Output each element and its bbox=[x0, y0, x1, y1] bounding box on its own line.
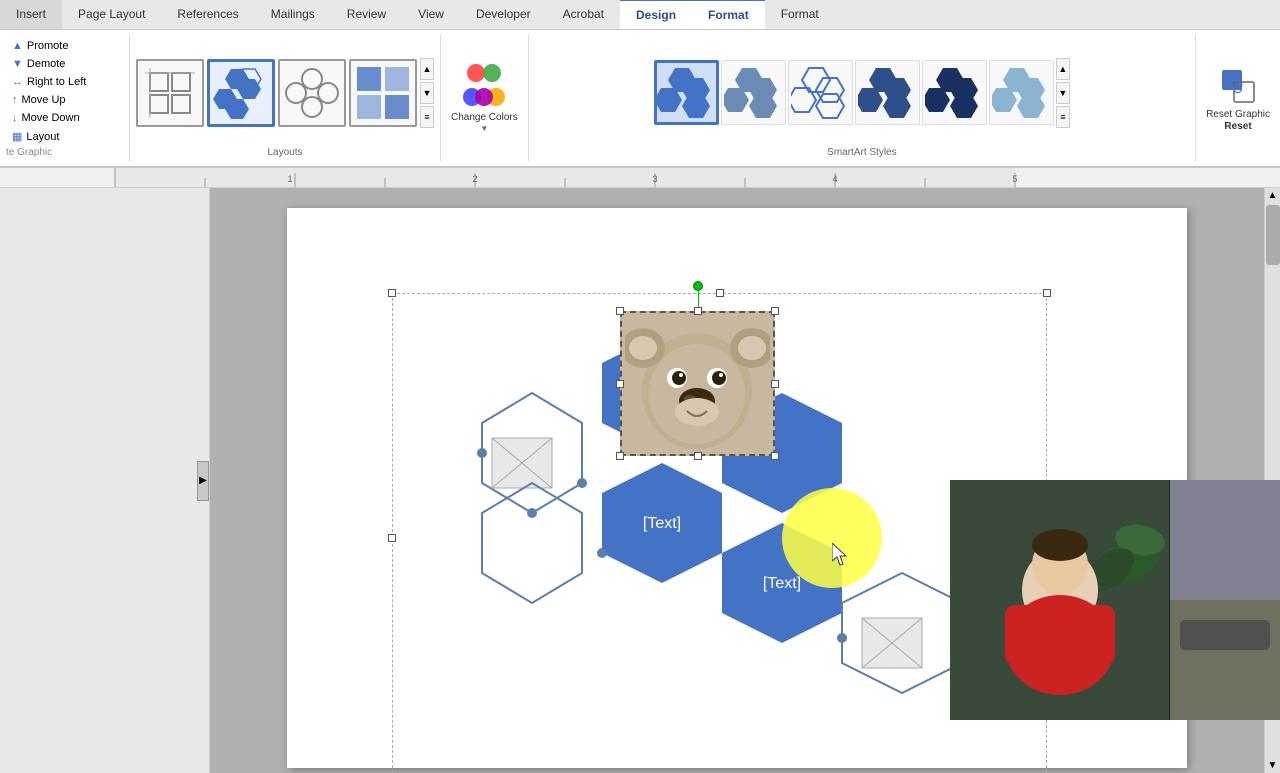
koala-image-container[interactable] bbox=[620, 311, 775, 456]
tab-bar: Insert Page Layout References Mailings R… bbox=[0, 0, 1280, 30]
tab-format-1[interactable]: Format bbox=[692, 0, 765, 29]
svg-text:5: 5 bbox=[1012, 174, 1017, 184]
tab-insert[interactable]: Insert bbox=[0, 0, 62, 29]
svg-text:4: 4 bbox=[832, 174, 837, 184]
ribbon-left-group: ▲ Promote ▼ Demote ↔ Right to Left ↑ Mov… bbox=[0, 34, 130, 162]
styles-scroll-down[interactable]: ▼ bbox=[1056, 82, 1070, 104]
tab-design[interactable]: Design bbox=[620, 0, 692, 29]
svg-text:1: 1 bbox=[287, 174, 292, 184]
svg-text:3: 3 bbox=[652, 174, 657, 184]
yellow-circle bbox=[782, 488, 882, 588]
layouts-scroll: ▲ ▼ ≡ bbox=[420, 58, 434, 128]
smartart-frame[interactable]: [Text] [Text] [Text] bbox=[392, 293, 1047, 773]
koala-handle-bm[interactable] bbox=[694, 452, 702, 460]
tab-page-layout[interactable]: Page Layout bbox=[62, 0, 161, 29]
koala-handle-mr[interactable] bbox=[771, 380, 779, 388]
scrollbar-thumb[interactable] bbox=[1266, 205, 1280, 265]
smartart-style-1[interactable] bbox=[654, 60, 719, 125]
scroll-up-button[interactable]: ▲ bbox=[1265, 188, 1280, 203]
koala-handle-br[interactable] bbox=[771, 452, 779, 460]
left-sidebar: ▶ bbox=[0, 188, 210, 773]
koala-handle-bl[interactable] bbox=[616, 452, 624, 460]
layouts-group: ▲ ▼ ≡ Layouts bbox=[130, 34, 441, 162]
styles-scroll-up[interactable]: ▲ bbox=[1056, 58, 1070, 80]
svg-text:[Text]: [Text] bbox=[763, 575, 801, 592]
layouts-scroll-down[interactable]: ▼ bbox=[420, 82, 434, 104]
koala-handle-tm[interactable] bbox=[694, 307, 702, 315]
layout-crop-button[interactable] bbox=[136, 59, 204, 127]
styles-scroll: ▲ ▼ ≡ bbox=[1056, 58, 1070, 128]
smartart-style-2[interactable] bbox=[721, 60, 786, 125]
move-up-button[interactable]: ↑ Move Up bbox=[6, 92, 123, 108]
ribbon: ▲ Promote ▼ Demote ↔ Right to Left ↑ Mov… bbox=[0, 30, 1280, 168]
reset-graphic-button[interactable]: ↺ Reset Graphic Reset bbox=[1196, 34, 1280, 162]
koala-selection-border bbox=[620, 311, 775, 456]
right-to-left-button[interactable]: ↔ Right to Left bbox=[6, 74, 123, 90]
change-colors-icon bbox=[461, 64, 507, 110]
tab-mailings[interactable]: Mailings bbox=[255, 0, 331, 29]
smartart-style-5[interactable] bbox=[922, 60, 987, 125]
rotation-line bbox=[698, 289, 699, 309]
smartart-style-6[interactable] bbox=[989, 60, 1054, 125]
ruler: 1 2 3 4 5 bbox=[0, 168, 1280, 188]
layout-button[interactable]: ▦ Layout bbox=[6, 128, 123, 145]
tab-acrobat[interactable]: Acrobat bbox=[547, 0, 620, 29]
layout-hexagon-button[interactable] bbox=[207, 59, 275, 127]
smartart-style-4[interactable] bbox=[855, 60, 920, 125]
tab-references[interactable]: References bbox=[161, 0, 254, 29]
promote-button[interactable]: ▲ Promote bbox=[6, 38, 123, 54]
layouts-scroll-up[interactable]: ▲ bbox=[420, 58, 434, 80]
edit-graphic-label: te Graphic bbox=[6, 145, 123, 158]
svg-text:↺: ↺ bbox=[1232, 81, 1244, 97]
smartart-styles-label: SmartArt Styles bbox=[827, 147, 896, 158]
scroll-down-button[interactable]: ▼ bbox=[1265, 758, 1280, 773]
reset-graphic-label: Reset Graphic Reset bbox=[1206, 109, 1270, 133]
layout-blocks-button[interactable] bbox=[349, 59, 417, 127]
koala-handle-tr[interactable] bbox=[771, 307, 779, 315]
change-colors-label: Change Colors bbox=[451, 112, 518, 124]
video-overlay bbox=[950, 480, 1280, 720]
tab-view[interactable]: View bbox=[402, 0, 460, 29]
reset-graphic-icon: ↺ bbox=[1215, 63, 1261, 109]
layouts-label: Layouts bbox=[267, 147, 302, 158]
tab-developer[interactable]: Developer bbox=[460, 0, 547, 29]
cursor bbox=[832, 543, 852, 570]
move-down-button[interactable]: ↓ Move Down bbox=[6, 110, 123, 126]
video-main bbox=[950, 480, 1169, 720]
koala-handle-tl[interactable] bbox=[616, 307, 624, 315]
smartart-style-3[interactable] bbox=[788, 60, 853, 125]
video-secondary bbox=[1170, 480, 1280, 720]
koala-handle-ml[interactable] bbox=[616, 380, 624, 388]
svg-text:2: 2 bbox=[472, 174, 477, 184]
tab-review[interactable]: Review bbox=[331, 0, 402, 29]
demote-button[interactable]: ▼ Demote bbox=[6, 56, 123, 72]
svg-text:[Text]: [Text] bbox=[643, 515, 681, 532]
layouts-expand[interactable]: ≡ bbox=[420, 106, 434, 128]
styles-expand[interactable]: ≡ bbox=[1056, 106, 1070, 128]
change-colors-button[interactable]: Change Colors ▼ bbox=[441, 34, 529, 162]
layout-circles-button[interactable] bbox=[278, 59, 346, 127]
change-colors-dropdown-icon: ▼ bbox=[480, 124, 488, 133]
tab-format-2[interactable]: Format bbox=[765, 0, 835, 29]
smartart-styles-group: ▲ ▼ ≡ SmartArt Styles bbox=[529, 34, 1196, 162]
sidebar-collapse-button[interactable]: ▶ bbox=[197, 461, 209, 501]
